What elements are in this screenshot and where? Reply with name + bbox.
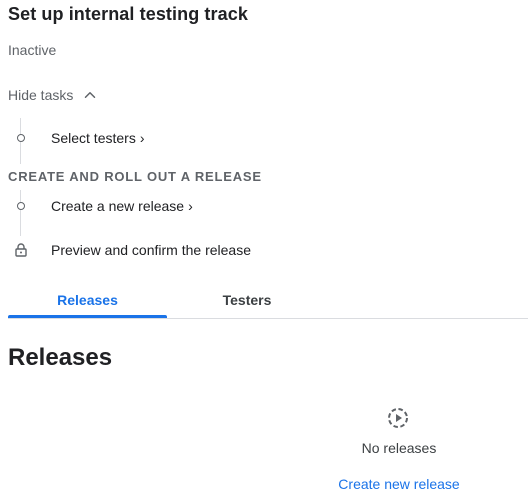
task-create-release[interactable]: Create a new release ›: [0, 195, 240, 217]
tabs-divider: [8, 318, 528, 319]
create-new-release-link[interactable]: Create new release: [299, 476, 499, 492]
tab-testers[interactable]: Testers: [167, 284, 327, 316]
page-title: Set up internal testing track: [8, 4, 248, 24]
tab-releases[interactable]: Releases: [8, 284, 167, 316]
chevron-up-icon: [85, 92, 96, 98]
section-heading-rollout: CREATE AND ROLL OUT A RELEASE: [8, 169, 262, 184]
empty-state-text: No releases: [361, 440, 437, 456]
task-select-testers[interactable]: Select testers ›: [0, 127, 200, 149]
hide-tasks-toggle[interactable]: Hide tasks: [8, 86, 99, 104]
task-create-release-label: Create a new release: [51, 198, 185, 214]
chevron-right-icon: ›: [139, 130, 145, 146]
releases-heading: Releases: [8, 344, 113, 371]
lock-icon: [14, 243, 28, 257]
task-select-testers-label: Select testers: [51, 130, 136, 146]
play-circle-dashed-icon: [388, 408, 408, 428]
circle-icon: [14, 131, 28, 145]
hide-tasks-label: Hide tasks: [8, 87, 74, 103]
track-tabs: Releases Testers: [8, 284, 528, 320]
circle-icon: [14, 199, 28, 213]
chevron-right-icon: ›: [188, 198, 193, 214]
task-preview-confirm: Preview and confirm the release: [0, 239, 300, 261]
track-status: Inactive: [8, 42, 57, 58]
task-preview-confirm-label: Preview and confirm the release: [51, 242, 251, 258]
